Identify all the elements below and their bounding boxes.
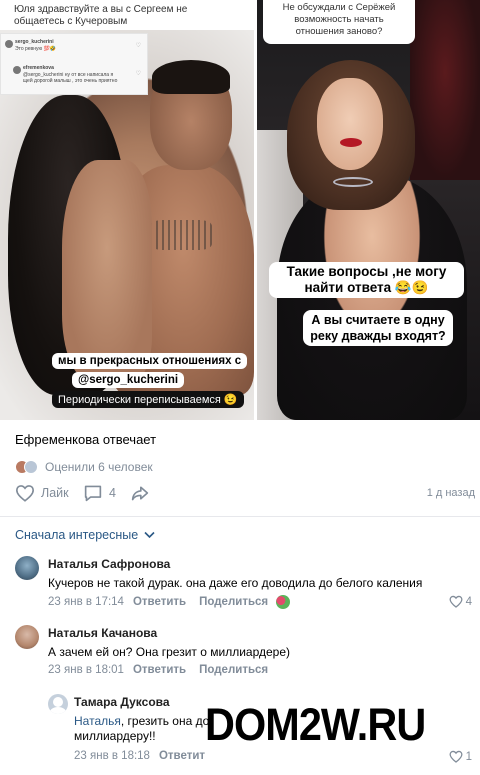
comment-text: Это ревную 💯🤣 xyxy=(15,46,57,52)
instagram-comment-screenshot: sergo_kucherini Это ревную 💯🤣 ♡ efremenk… xyxy=(0,33,148,95)
comment-author[interactable]: Наталья Сафронова xyxy=(48,557,170,571)
divider xyxy=(0,516,480,517)
comment-text: А зачем ей он? Она грезит о миллиардере) xyxy=(48,645,291,659)
heart-icon xyxy=(449,595,463,608)
comment-text: Кучеров не такой дурак. она даже его дов… xyxy=(48,576,423,590)
story-sticker-dark: Периодически переписываемся 😉 xyxy=(52,391,244,408)
share-button[interactable] xyxy=(130,484,150,502)
story-sticker: Такие вопросы ,не могу найти ответа 😂😉 xyxy=(269,262,464,298)
reply-meta: 23 янв в 18:18 Ответит xyxy=(74,750,205,762)
reply-button[interactable]: Ответит xyxy=(159,750,205,762)
avatar[interactable] xyxy=(48,694,68,714)
story-question-card: Юля здравствуйте а вы с Сергеем не общае… xyxy=(0,0,254,30)
heart-icon xyxy=(449,750,463,763)
comment-date[interactable]: 23 янв в 18:01 xyxy=(48,664,124,676)
post-time: 1 д назад xyxy=(426,487,475,499)
story-sticker: мы в прекрасных отношениях с xyxy=(52,353,248,369)
comment-item: Наталья Сафронова Кучеров не такой дурак… xyxy=(0,552,480,612)
comment-meta: 23 янв в 17:14 Ответить Поделиться xyxy=(48,595,291,609)
chevron-down-icon xyxy=(144,531,155,539)
share-icon xyxy=(131,486,149,501)
man-hair xyxy=(152,60,230,94)
avatar[interactable] xyxy=(15,556,39,580)
reply-user: efremenkova xyxy=(23,65,54,71)
share-comment-button[interactable]: Поделиться xyxy=(199,664,268,676)
comment-icon xyxy=(84,485,102,502)
comment-item: Наталья Качанова А зачем ей он? Она грез… xyxy=(0,621,480,681)
choker-necklace xyxy=(333,177,373,187)
reply-date[interactable]: 23 янв в 18:18 xyxy=(74,750,150,762)
reactor-avatar xyxy=(24,460,38,474)
comment-user: sergo_kucherini xyxy=(15,39,54,45)
story-right-image: Не обсуждали с Серёжей возможность начат… xyxy=(257,0,480,420)
reply-text-line2: миллиардеру!! xyxy=(74,729,156,743)
story-left-image: Юля здравствуйте а вы с Сергеем не общае… xyxy=(0,0,254,420)
story-collage[interactable]: Юля здравствуйте а вы с Сергеем не общае… xyxy=(0,0,480,420)
story-sticker: А вы считаете в одну реку дважды входят? xyxy=(303,310,453,346)
woman-lips xyxy=(340,138,362,147)
heart-icon xyxy=(15,485,35,502)
reply-button[interactable]: Ответить xyxy=(133,664,186,676)
comment-like-button[interactable]: 4 xyxy=(449,595,472,608)
heart-icon: ♡ xyxy=(135,43,141,49)
post-text: Ефременкова отвечает xyxy=(15,432,157,447)
share-comment-button[interactable]: Поделиться xyxy=(199,596,268,608)
sort-label: Сначала интересные xyxy=(15,528,139,542)
comment-avatar xyxy=(5,40,13,48)
reaction-avatar xyxy=(276,595,291,609)
comment-button[interactable]: 4 xyxy=(83,484,116,502)
reply-button[interactable]: Ответить xyxy=(133,596,186,608)
like-button[interactable]: Лайк xyxy=(15,484,69,502)
reply-avatar xyxy=(13,66,21,74)
comment-meta: 23 янв в 18:01 Ответить Поделиться xyxy=(48,664,268,676)
like-label: Лайк xyxy=(41,486,69,500)
heart-icon: ♡ xyxy=(135,71,141,77)
story-question-text: Не обсуждали с Серёжей возможность начат… xyxy=(282,2,396,37)
story-question-text: Юля здравствуйте а вы с Сергеем не общае… xyxy=(14,4,188,27)
woman-face xyxy=(317,78,383,170)
comment-like-count: 4 xyxy=(465,595,472,608)
reply-author[interactable]: Тамара Дуксова xyxy=(74,695,170,709)
woman-shoulder xyxy=(62,160,152,380)
mention-link[interactable]: Наталья xyxy=(74,714,121,728)
avatar[interactable] xyxy=(15,625,39,649)
reply-text: @sergo_kucherini ну от все написала я ще… xyxy=(23,72,118,84)
comment-author[interactable]: Наталья Качанова xyxy=(48,626,157,640)
comment-date[interactable]: 23 янв в 17:14 xyxy=(48,596,124,608)
comment-count: 4 xyxy=(109,486,116,500)
chest-tattoo xyxy=(150,220,212,250)
story-question-card: Не обсуждали с Серёжей возможность начат… xyxy=(263,0,415,44)
story-mention-sticker: @sergo_kucherini xyxy=(72,372,185,388)
reply-like-count: 1 xyxy=(465,750,472,763)
reply-text-line1: , грезить она до xyxy=(120,714,210,728)
reactions-count-label: Оценили 6 человек xyxy=(45,460,153,474)
post-actions: Лайк 4 1 д назад xyxy=(15,484,475,506)
reactions-summary[interactable]: Оценили 6 человек xyxy=(15,458,153,476)
site-watermark: DOM2W.RU xyxy=(205,699,426,750)
background-decor xyxy=(410,0,480,180)
comments-sort-dropdown[interactable]: Сначала интересные xyxy=(15,528,155,542)
reply-like-button[interactable]: 1 xyxy=(449,750,472,763)
